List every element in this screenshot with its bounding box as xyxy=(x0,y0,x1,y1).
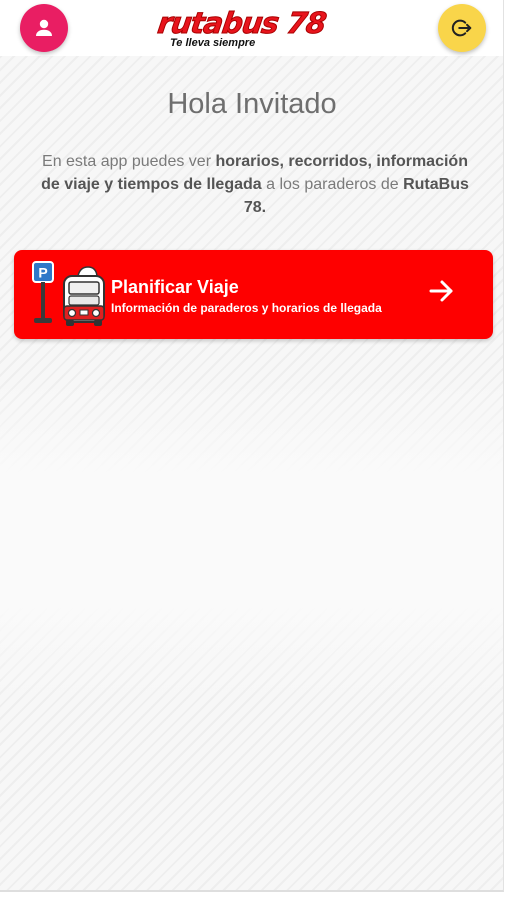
intro-text: En esta app puedes ver horarios, recorri… xyxy=(41,153,469,216)
logout-button[interactable] xyxy=(438,4,486,52)
logo-tagline: Te lleva siempre xyxy=(170,37,256,49)
logo-text: rutabus 78 xyxy=(155,6,328,41)
profile-button[interactable] xyxy=(20,4,68,52)
bus-stop-icon: P xyxy=(32,261,105,326)
app-logo: rutabus 78 Te lleva siempre xyxy=(155,6,350,50)
card-subtitle: Información de paraderos y horarios de l… xyxy=(111,301,382,315)
plan-trip-card[interactable]: P Planificar Viaje Información de parade… xyxy=(14,250,493,339)
arrow-right-icon xyxy=(429,280,453,302)
greeting-title: Hola Invitado xyxy=(167,88,337,120)
stop-sign-letter: P xyxy=(38,265,47,281)
app-screen: rutabus 78 Te lleva siempre Hola Invitad… xyxy=(0,0,504,892)
logout-icon xyxy=(451,19,472,37)
top-bar: rutabus 78 Te lleva siempre xyxy=(0,0,503,56)
card-title: Planificar Viaje xyxy=(111,277,239,297)
person-icon xyxy=(36,19,52,36)
